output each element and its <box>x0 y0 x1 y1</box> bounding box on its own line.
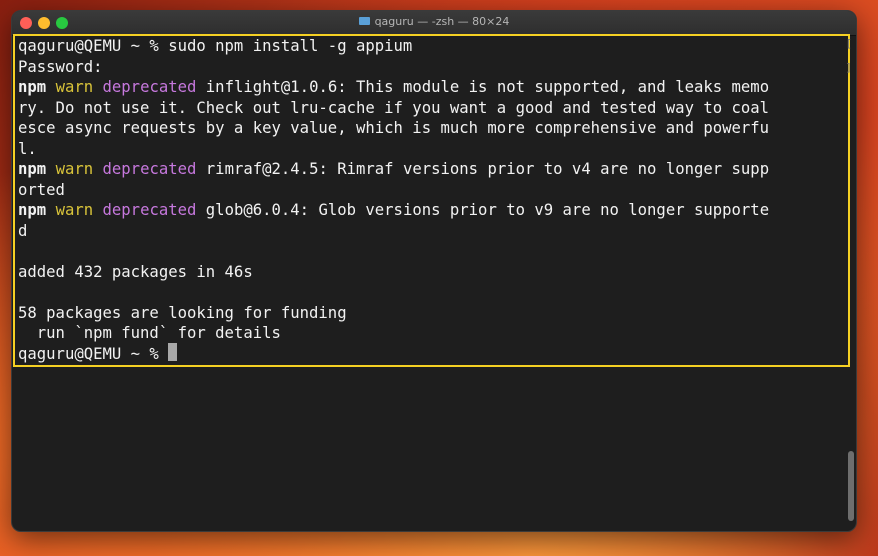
terminal-text: added 432 packages in 46s <box>18 262 253 281</box>
title-bar[interactable]: qaguru — -zsh — 80×24 <box>12 11 856 36</box>
terminal-text: warn <box>55 160 94 178</box>
terminal-line: npm warn deprecated inflight@1.0.6: This… <box>18 77 838 98</box>
terminal-text: d <box>18 221 28 240</box>
terminal-window: qaguru — -zsh — 80×24 qaguru@QEMU ~ % su… <box>11 10 857 532</box>
terminal-text: inflight@1.0.6: This module is not suppo… <box>196 78 770 96</box>
terminal-line: npm warn deprecated rimraf@2.4.5: Rimraf… <box>18 159 838 180</box>
edge-marker: ] <box>845 61 852 74</box>
terminal-line: ry. Do not use it. Check out lru-cache i… <box>18 98 838 119</box>
terminal-text: deprecated <box>102 78 197 96</box>
terminal-line: qaguru@QEMU ~ % sudo npm install -g appi… <box>18 36 838 57</box>
terminal-line: added 432 packages in 46s <box>18 262 838 283</box>
terminal-line: orted <box>18 180 838 201</box>
terminal-text: deprecated <box>102 201 197 219</box>
edge-marker: [ <box>845 37 852 50</box>
window-title-container: qaguru — -zsh — 80×24 <box>12 15 856 28</box>
terminal-line: l. <box>18 139 838 160</box>
terminal-text: glob@6.0.4: Glob versions prior to v9 ar… <box>196 201 770 219</box>
terminal-text: npm <box>18 160 47 178</box>
terminal-text: npm <box>18 201 47 219</box>
terminal-text: Password: <box>18 57 103 76</box>
terminal-line: run `npm fund` for details <box>18 323 838 344</box>
terminal-line: esce async requests by a key value, whic… <box>18 118 838 139</box>
folder-icon <box>358 17 370 25</box>
terminal-text: npm <box>18 78 47 96</box>
terminal-text: deprecated <box>102 160 197 178</box>
terminal-text: l. <box>18 139 37 158</box>
cursor-block <box>168 343 178 361</box>
terminal-text: run `npm fund` for details <box>18 324 281 342</box>
terminal-text: 58 packages are looking for funding <box>18 303 347 322</box>
prompt-line[interactable]: qaguru@QEMU ~ % <box>18 343 838 365</box>
terminal-text: ry. Do not use it. Check out lru-cache i… <box>18 98 770 117</box>
prompt-text: qaguru@QEMU ~ % <box>18 344 169 363</box>
terminal-line: d <box>18 221 838 242</box>
window-title: qaguru — -zsh — 80×24 <box>374 15 510 28</box>
terminal-text: orted <box>18 180 65 199</box>
terminal-text: rimraf@2.4.5: Rimraf versions prior to v… <box>196 160 770 178</box>
terminal-output[interactable]: qaguru@QEMU ~ % sudo npm install -g appi… <box>18 36 838 364</box>
terminal-text: warn <box>55 201 94 219</box>
scrollbar[interactable] <box>848 451 854 521</box>
terminal-line: 58 packages are looking for funding <box>18 303 838 324</box>
terminal-text: warn <box>55 78 94 96</box>
terminal-line: Password: <box>18 57 838 78</box>
terminal-text: qaguru@QEMU ~ % sudo npm install -g appi… <box>18 37 413 55</box>
terminal-line: npm warn deprecated glob@6.0.4: Glob ver… <box>18 200 838 221</box>
terminal-text: esce async requests by a key value, whic… <box>18 119 770 137</box>
